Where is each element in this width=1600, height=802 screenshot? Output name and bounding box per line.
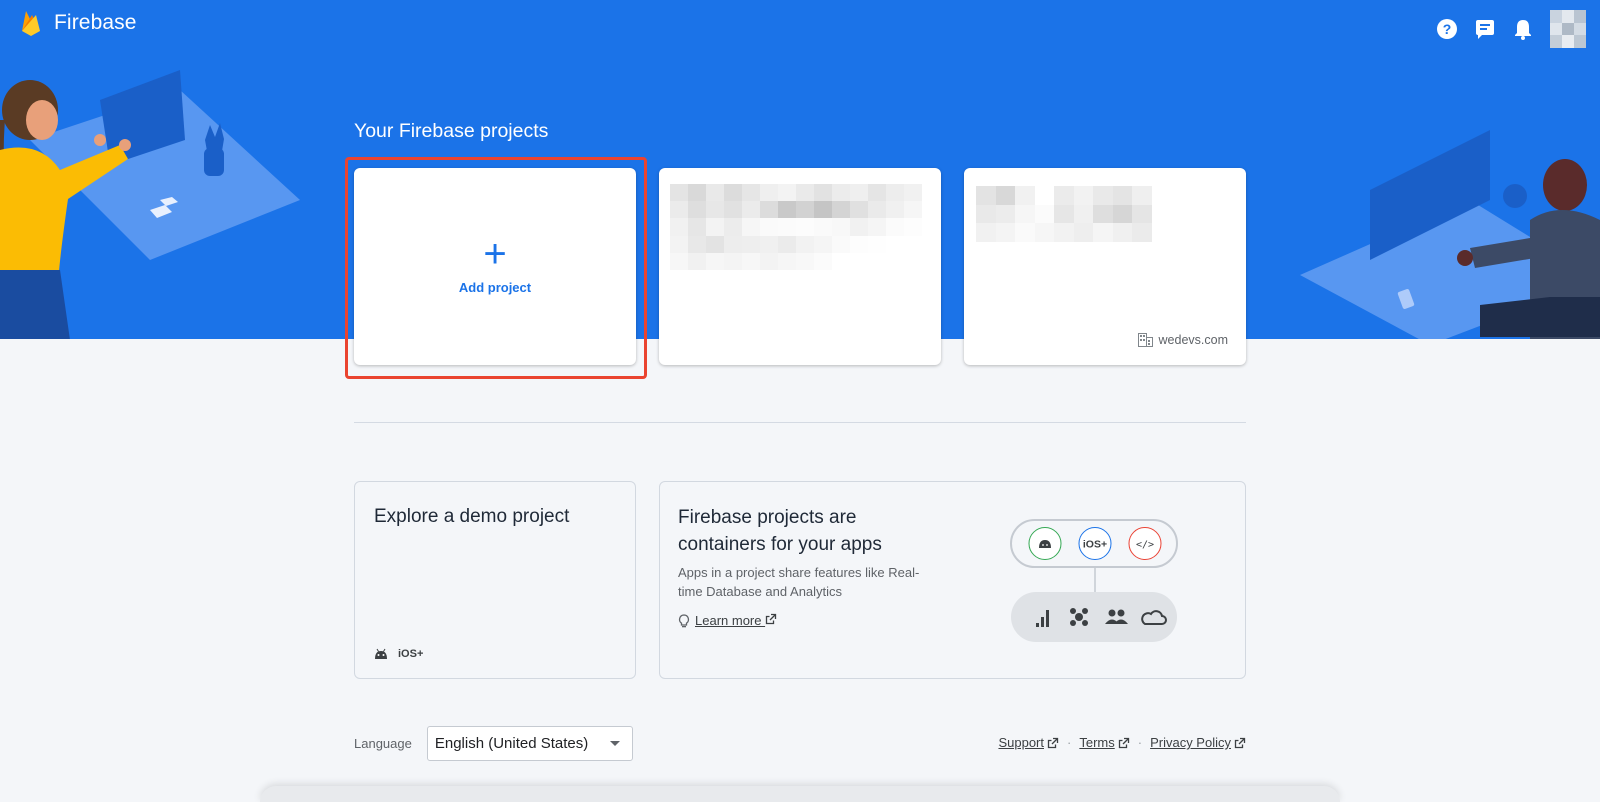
explainer-title: Firebase projects are containers for you…	[678, 507, 882, 555]
android-icon	[375, 648, 387, 659]
dropdown-arrow-icon	[609, 741, 620, 746]
language-label: Language	[354, 736, 412, 751]
project-card[interactable]	[659, 168, 941, 365]
firebase-logo-icon	[22, 11, 40, 36]
redacted-project-name	[670, 184, 922, 270]
notifications-icon[interactable]	[1512, 18, 1534, 40]
woman-at-desk-illustration	[0, 70, 300, 339]
external-link-icon	[1118, 737, 1129, 748]
language-value: English (United States)	[434, 735, 589, 752]
organization-label: wedevs.com	[1137, 333, 1228, 347]
add-project-card[interactable]: + Add project	[354, 168, 636, 365]
support-link[interactable]: Support	[998, 735, 1059, 750]
svg-text:?: ?	[1443, 21, 1452, 37]
projects-explainer-card: Firebase projects are containers for you…	[659, 481, 1246, 679]
learn-more-row: Learn more	[678, 613, 777, 628]
firebase-brand[interactable]: Firebase	[20, 9, 137, 37]
external-link-icon	[765, 613, 777, 625]
projects-section-title: Your Firebase projects	[354, 120, 549, 142]
apps-diagram: iOS+ </>	[1010, 519, 1178, 642]
building-icon	[1137, 333, 1153, 347]
section-divider	[354, 422, 1246, 423]
add-project-label: Add project	[458, 280, 532, 295]
footer-links: Support · Terms · Privacy Policy	[998, 735, 1246, 750]
external-link-icon	[1234, 737, 1246, 748]
language-select[interactable]: English (United States)	[426, 726, 633, 761]
account-avatar[interactable]	[1550, 10, 1586, 48]
feedback-icon[interactable]	[1474, 18, 1496, 40]
demo-title: Explore a demo project	[374, 506, 570, 527]
bottom-panel-edge	[260, 786, 1340, 802]
lightbulb-icon	[678, 613, 690, 627]
redacted-project-name	[976, 186, 1152, 242]
man-at-desk-illustration	[1300, 130, 1600, 339]
separator: ·	[1137, 735, 1143, 750]
terms-link[interactable]: Terms	[1079, 735, 1129, 750]
ios-label: iOS+	[398, 648, 424, 660]
project-card[interactable]: wedevs.com	[964, 168, 1246, 365]
demo-platforms: iOS+	[374, 648, 423, 660]
web-code-icon: </>	[1136, 540, 1154, 551]
separator: ·	[1067, 735, 1072, 750]
app-name: Firebase	[54, 11, 137, 34]
ios-icon: iOS+	[1083, 539, 1107, 551]
plus-icon: +	[483, 232, 507, 276]
help-icon[interactable]: ?	[1436, 18, 1458, 40]
organization-name: wedevs.com	[1158, 333, 1228, 347]
privacy-policy-link[interactable]: Privacy Policy	[1150, 735, 1246, 750]
language-selector-row: Language English (United States)	[354, 726, 633, 761]
learn-more-link[interactable]: Learn more	[695, 613, 777, 628]
explainer-description: Apps in a project share features like Re…	[678, 565, 920, 599]
demo-project-card[interactable]: Explore a demo project iOS+	[354, 481, 636, 679]
top-bar: Firebase ?	[0, 0, 1600, 48]
external-link-icon	[1047, 737, 1059, 748]
